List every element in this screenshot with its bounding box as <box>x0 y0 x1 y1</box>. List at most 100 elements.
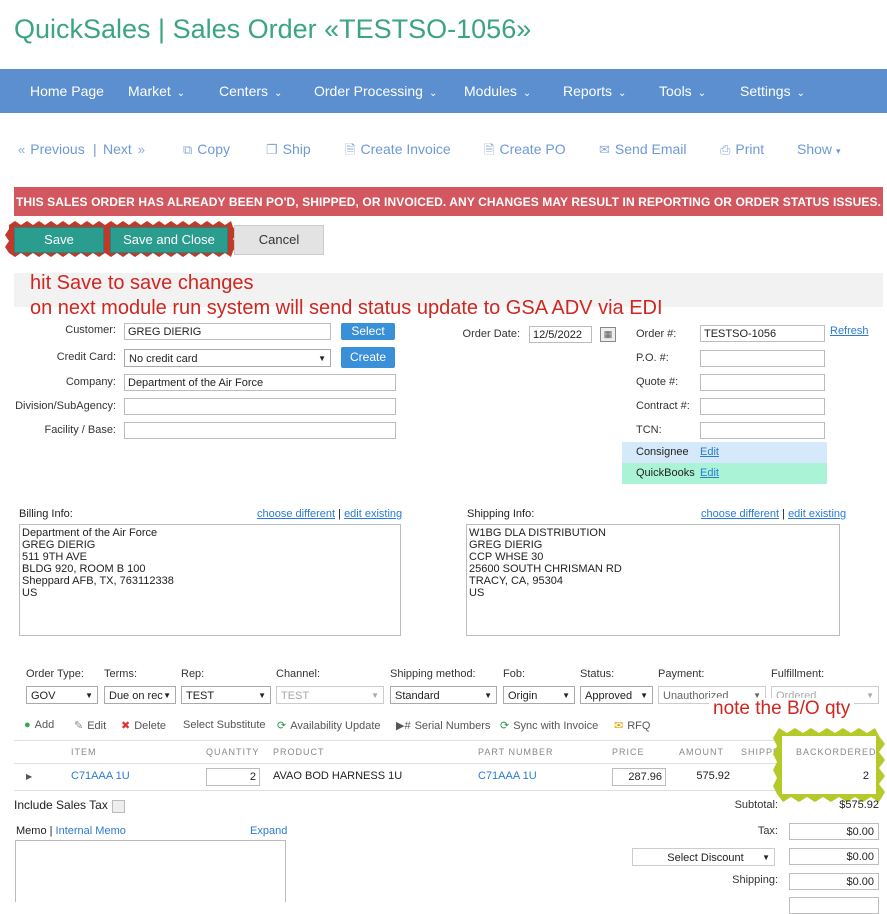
cancel-button[interactable]: Cancel <box>234 225 324 255</box>
select-substitute-button[interactable]: Select Substitute <box>183 719 266 731</box>
order-type-label: Order Type: <box>26 668 84 680</box>
next-total-field[interactable] <box>789 897 879 914</box>
col-price: PRICE <box>612 747 645 757</box>
credit-card-select[interactable]: No credit card ▼ <box>124 349 331 367</box>
nav-centers[interactable]: Centers ⌄ <box>219 69 282 113</box>
billing-edit-link[interactable]: edit existing <box>344 508 402 520</box>
tax-field[interactable]: $0.00 <box>789 823 879 840</box>
next-label: Next <box>103 141 132 157</box>
facility-field[interactable] <box>124 422 396 439</box>
subtotal-label: Subtotal: <box>734 799 778 811</box>
send-email-button[interactable]: ✉ Send Email <box>599 141 687 158</box>
next-link[interactable]: Next » <box>103 141 150 157</box>
row-price-input[interactable]: 287.96 <box>612 768 666 786</box>
grid-add-button[interactable]: ● Add <box>24 719 54 731</box>
tcn-field[interactable] <box>700 422 825 439</box>
availability-update-button[interactable]: ⟳ Availability Update <box>277 719 381 732</box>
memo-textarea[interactable] <box>15 840 286 902</box>
envelope-icon: ✉ <box>614 720 624 732</box>
order-date-field[interactable]: 12/5/2022 <box>529 326 592 343</box>
ship-button[interactable]: ❐ Ship <box>266 141 311 158</box>
nav-label: Modules <box>464 83 517 99</box>
po-field[interactable] <box>700 350 825 367</box>
company-field[interactable]: Department of the Air Force <box>124 374 396 391</box>
shipping-address-box[interactable]: W1BG DLA DISTRIBUTION GREG DIERIG CCP WH… <box>466 524 840 636</box>
nav-reports[interactable]: Reports ⌄ <box>563 69 626 113</box>
po-label: P.O. #: <box>636 352 669 364</box>
save-button[interactable]: Save <box>14 227 104 253</box>
billing-label: Billing Info: <box>19 508 73 520</box>
consignee-edit-link[interactable]: Edit <box>700 446 719 458</box>
order-type-select[interactable]: GOV ▼ <box>26 686 98 704</box>
save-and-close-button[interactable]: Save and Close <box>110 227 228 253</box>
credit-card-value: No credit card <box>129 353 198 365</box>
discount-field[interactable]: $0.00 <box>789 848 879 865</box>
nav-label: Home Page <box>30 83 104 99</box>
copy-label: Copy <box>197 141 230 157</box>
shipping-edit-link[interactable]: edit existing <box>788 508 846 520</box>
create-invoice-button[interactable]: 🗎 Create Invoice <box>345 141 451 163</box>
customer-field[interactable]: GREG DIERIG <box>124 323 331 340</box>
internal-memo-tab[interactable]: Internal Memo <box>56 825 126 837</box>
shipping-choose-link[interactable]: choose different <box>701 508 779 520</box>
row-quantity-input[interactable]: 2 <box>206 768 260 786</box>
rfq-button[interactable]: ✉ RFQ <box>614 719 650 732</box>
memo-expand-link[interactable]: Expand <box>250 825 287 837</box>
refresh-link[interactable]: Refresh <box>830 325 869 337</box>
sync-invoice-button[interactable]: ⟳ Sync with Invoice <box>500 719 598 732</box>
grid-edit-button[interactable]: ✎ Edit <box>74 719 106 732</box>
quote-field[interactable] <box>700 374 825 391</box>
shipping-label: Shipping Info: <box>467 508 535 520</box>
division-field[interactable] <box>124 398 396 415</box>
quickbooks-edit-link[interactable]: Edit <box>700 467 719 479</box>
row-part-link[interactable]: C71AAA 1U <box>478 770 537 782</box>
show-dropdown[interactable]: Show ▾ <box>797 141 841 157</box>
expand-row-icon[interactable]: ▶ <box>26 772 32 781</box>
grid-delete-button[interactable]: ✖ Delete <box>121 719 166 732</box>
chevron-down-icon: ⌄ <box>274 88 283 99</box>
create-po-button[interactable]: 🗎 Create PO <box>484 141 566 163</box>
select-discount-dropdown[interactable]: Select Discount ▼ <box>632 848 775 866</box>
chevron-down-icon: ⌄ <box>697 88 707 99</box>
shipping-cost-field[interactable]: $0.00 <box>789 873 879 890</box>
nav-market[interactable]: Market ⌄ <box>128 69 185 113</box>
chevron-down-icon: ⌄ <box>618 88 627 99</box>
nav-order-processing[interactable]: Order Processing ⌄ <box>314 69 437 113</box>
previous-link[interactable]: « Previous <box>18 141 85 157</box>
printer-icon: ⎙ <box>720 142 731 157</box>
plus-circle-icon: ● <box>24 719 31 731</box>
status-select[interactable]: Approved ▼ <box>580 686 653 704</box>
row-item-link[interactable]: C71AAA 1U <box>71 770 130 782</box>
caret-down-icon: ▼ <box>258 691 266 700</box>
col-item: ITEM <box>71 747 97 757</box>
contract-field[interactable] <box>700 398 825 415</box>
quickbooks-row: QuickBooks Edit <box>622 463 827 484</box>
double-chevron-left-icon: « <box>18 142 26 157</box>
calendar-icon[interactable]: ▦ <box>600 327 616 342</box>
nav-tools[interactable]: Tools ⌄ <box>659 69 706 113</box>
billing-line: Sheppard AFB, TX, 763112338 <box>22 575 174 587</box>
annotation-save-line1: hit Save to save changes <box>30 272 254 294</box>
print-button[interactable]: ⎙ Print <box>720 141 764 158</box>
serial-numbers-button[interactable]: ▶# Serial Numbers <box>396 719 490 732</box>
memo-tab[interactable]: Memo <box>16 825 47 837</box>
serial-numbers-label: Serial Numbers <box>414 720 491 732</box>
fob-select[interactable]: Origin ▼ <box>503 686 575 704</box>
rep-select[interactable]: TEST ▼ <box>181 686 271 704</box>
nav-home[interactable]: Home Page <box>30 69 104 113</box>
copy-button[interactable]: ⧉ Copy <box>183 141 230 158</box>
nav-settings[interactable]: Settings ⌄ <box>740 69 805 113</box>
order-no-field[interactable]: TESTSO-1056 <box>700 325 825 342</box>
billing-line: US <box>22 587 38 599</box>
create-card-button[interactable]: Create <box>341 347 395 368</box>
select-customer-button[interactable]: Select <box>341 323 395 340</box>
include-tax-checkbox[interactable] <box>112 800 125 813</box>
terms-select[interactable]: Due on rec ▼ <box>104 686 176 704</box>
shipping-method-select[interactable]: Standard ▼ <box>390 686 497 704</box>
billing-address-box[interactable]: Department of the Air Force GREG DIERIG … <box>19 524 401 636</box>
refresh-icon: ⟳ <box>500 720 510 732</box>
nav-label: Settings <box>740 83 791 99</box>
nav-modules[interactable]: Modules ⌄ <box>464 69 531 113</box>
billing-choose-link[interactable]: choose different <box>257 508 335 520</box>
fob-label: Fob: <box>503 668 526 680</box>
